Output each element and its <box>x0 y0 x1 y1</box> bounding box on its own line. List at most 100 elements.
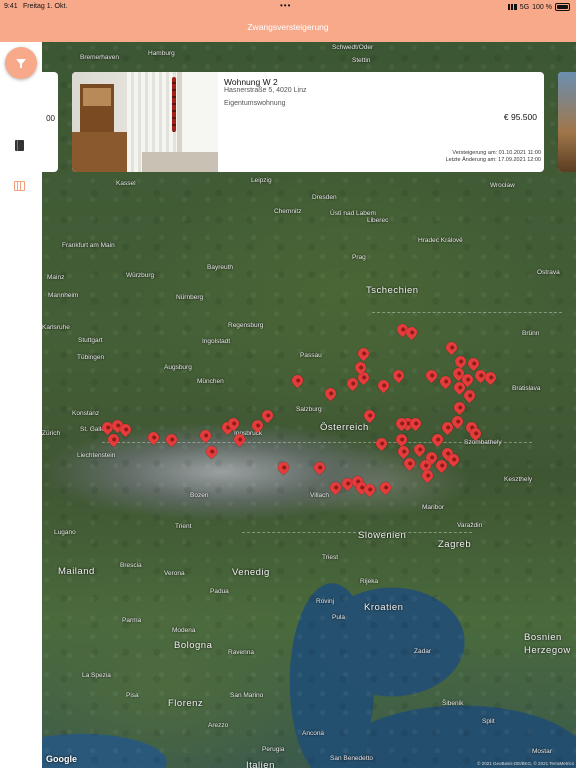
map-label-venedig: Venedig <box>232 567 270 578</box>
map-label-augsburg: Augsburg <box>164 364 192 371</box>
auction-date: Versteigerung am: 01.10.2021 11:00 <box>452 150 541 156</box>
property-marker[interactable] <box>423 367 440 384</box>
property-marker[interactable] <box>373 435 390 452</box>
property-marker[interactable] <box>437 373 454 390</box>
property-marker[interactable] <box>275 459 292 476</box>
listing-price: € 95.500 <box>503 112 537 122</box>
map-label-ustinad: Ústí nad Labem <box>330 210 376 217</box>
map-label-modena: Modena <box>172 627 196 634</box>
map-label-salzburg: Salzburg <box>296 406 322 413</box>
property-marker[interactable] <box>361 407 378 424</box>
map-label-zagreb: Zagreb <box>438 539 472 550</box>
map-label-florenz: Florenz <box>168 698 204 709</box>
map-label-bosnien: Bosnien <box>524 632 562 643</box>
map-icon[interactable] <box>14 181 25 191</box>
map-label-mailand: Mailand <box>58 566 95 577</box>
map-label-italien: Italien <box>246 760 275 768</box>
map-label-padua: Padua <box>210 588 229 595</box>
property-marker[interactable] <box>163 431 180 448</box>
property-marker[interactable] <box>375 377 392 394</box>
map-label-perugia: Perugia <box>262 746 285 753</box>
property-marker[interactable] <box>451 399 468 416</box>
property-marker[interactable] <box>259 407 276 424</box>
property-marker[interactable] <box>377 479 394 496</box>
map-label-keszthely: Keszthely <box>504 476 533 483</box>
listing-type: Eigentumswohnung <box>224 100 286 107</box>
listing-card-next[interactable]: le <box>558 72 576 172</box>
map-label-nuernberg: Nürnberg <box>176 294 204 301</box>
map-label-arezzo: Arezzo <box>208 722 229 729</box>
map-label-ancona: Ancona <box>302 730 325 737</box>
map-label-leipzig: Leipzig <box>251 177 272 184</box>
map-label-sanmarino: San Marino <box>230 692 264 699</box>
map-label-rovinj: Rovinj <box>316 598 335 605</box>
property-marker[interactable] <box>311 459 328 476</box>
property-marker[interactable] <box>203 443 220 460</box>
map-label-laspezia: La Spezia <box>82 672 111 679</box>
map-label-zuerich: Zürich <box>42 430 61 437</box>
status-time: 9:41 <box>4 3 18 10</box>
filter-button[interactable] <box>5 47 37 79</box>
map-label-brescia: Brescia <box>120 562 142 569</box>
listing-card[interactable]: Wohnung W 2 Hasnerstraße 5, 4020 Linz Ei… <box>72 72 544 172</box>
map-label-karlsruhe: Karlsruhe <box>42 324 70 331</box>
property-marker[interactable] <box>429 431 446 448</box>
status-indicators: 5G 100 % <box>507 3 570 11</box>
map-label-stuttgart: Stuttgart <box>78 337 103 344</box>
map-label-frankfurt: Frankfurt am Main <box>62 242 115 249</box>
map-label-split: Split <box>482 718 495 725</box>
map-attribution[interactable]: © 2021 GeoBasis-DE/BKG, © 2021 TerraMetr… <box>477 761 574 766</box>
map-label-rijeka: Rijeka <box>360 578 379 585</box>
map-label-slowenien: Slowenien <box>358 530 407 541</box>
map-label-prag: Prag <box>352 254 366 261</box>
property-marker[interactable] <box>289 372 306 389</box>
property-marker[interactable] <box>443 339 460 356</box>
border-line <box>242 532 472 533</box>
map-label-schwedt: Schwedt/Oder <box>332 44 374 51</box>
property-marker[interactable] <box>452 353 469 370</box>
google-logo: Google <box>46 754 77 764</box>
map-label-kroatien: Kroatien <box>364 602 404 613</box>
map-label-pisa: Pisa <box>126 692 139 699</box>
listing-address: Hasnerstraße 5, 4020 Linz <box>224 87 307 94</box>
map-label-bozen: Bozen <box>190 492 209 499</box>
map-label-pula: Pula <box>332 614 346 621</box>
map-label-ingolstadt: Ingolstadt <box>202 338 231 345</box>
map-label-mostar: Mostar <box>532 748 552 755</box>
listing-dates: Versteigerung am: 01.10.2021 11:00 Letzt… <box>446 150 541 164</box>
map-label-kassel: Kassel <box>116 180 136 187</box>
property-marker[interactable] <box>322 385 339 402</box>
map-label-liechtenstein: Liechtenstein <box>77 452 116 459</box>
map-label-sibenik: Šibenik <box>442 700 464 707</box>
funnel-icon-stem <box>20 64 22 68</box>
map-label-brno: Brünn <box>522 330 540 337</box>
map-label-szombathely: Szombathely <box>464 439 502 446</box>
map-label-oesterreich: Österreich <box>320 422 369 433</box>
navigation-bar: Zwangsversteigerung <box>0 14 576 42</box>
map-label-wuerzburg: Würzburg <box>126 272 155 279</box>
map-label-lugano: Lugano <box>54 529 76 536</box>
map-label-tschechien: Tschechien <box>366 285 419 296</box>
map-label-dresden: Dresden <box>312 194 337 201</box>
battery-icon <box>555 3 570 11</box>
listing-card-previous[interactable]: 00 <box>42 72 58 172</box>
map-label-mannheim: Mannheim <box>48 292 79 299</box>
map-label-muenchen: München <box>197 378 224 385</box>
sidebar <box>0 42 42 768</box>
property-marker[interactable] <box>197 427 214 444</box>
last-change-date: Letzte Änderung am: 17.09.2021 12:00 <box>445 157 541 163</box>
property-marker[interactable] <box>355 345 372 362</box>
book-icon[interactable] <box>15 140 24 151</box>
property-marker[interactable] <box>390 367 407 384</box>
multitasking-dots[interactable]: ••• <box>280 1 291 10</box>
status-bar: 9:41 Freitag 1. Okt. ••• 5G 100 % <box>0 0 576 14</box>
map-label-ostrava: Ostrava <box>537 269 560 276</box>
map-label-passau: Passau <box>300 352 322 359</box>
listing-photo <box>72 72 218 172</box>
map-label-bologna: Bologna <box>174 640 213 651</box>
map-label-liberec: Liberec <box>367 217 389 224</box>
map-label-villach: Villach <box>310 492 330 499</box>
map-label-parma: Parma <box>122 617 142 624</box>
listing-price-fragment: 00 <box>46 114 55 123</box>
map-label-ravenna: Ravenna <box>228 649 255 656</box>
